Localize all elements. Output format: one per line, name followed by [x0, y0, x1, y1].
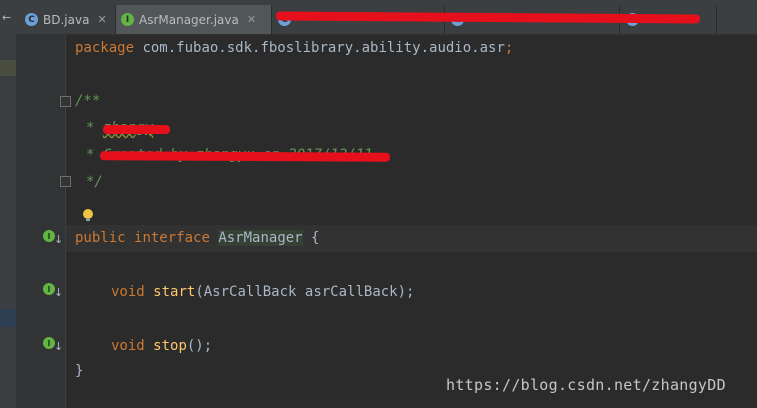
arrow-down-icon: ↓: [54, 233, 64, 246]
arrow-down-icon: ↓: [54, 286, 64, 299]
arrow-down-icon: ↓: [54, 340, 64, 353]
class-icon: C: [25, 13, 38, 26]
tool-window-marker: [0, 60, 16, 76]
implemented-marker-icon[interactable]: I ↓: [43, 230, 63, 248]
interface-name[interactable]: AsrManager: [218, 230, 303, 246]
code-line-start-method[interactable]: void start(AsrCallBack asrCallBack);: [111, 284, 414, 300]
lightbulb-icon[interactable]: [83, 209, 93, 222]
editor-gutter: I ↓ I ↓ I ↓: [17, 35, 71, 408]
tab-label: BD.java: [43, 12, 90, 27]
code-line-stop-method[interactable]: void stop();: [111, 338, 212, 354]
implemented-marker-icon[interactable]: I ↓: [43, 283, 63, 301]
created-redaction-mark: [99, 151, 391, 162]
interface-icon: I: [121, 13, 134, 26]
close-icon[interactable]: ✕: [97, 13, 106, 26]
method-stop[interactable]: stop: [153, 338, 187, 354]
code-line-interface[interactable]: public interface AsrManager {: [75, 230, 319, 246]
watermark-url: https://blog.csdn.net/zhangyDD: [446, 376, 726, 394]
doc-comment-close: */: [86, 174, 103, 190]
fold-collapse-icon[interactable]: [60, 96, 71, 107]
tab-bd-java[interactable]: C BD.java ✕: [16, 5, 116, 34]
close-icon[interactable]: ✕: [247, 13, 256, 26]
code-line-package[interactable]: package com.fubao.sdk.fboslibrary.abilit…: [75, 40, 513, 56]
fold-end-icon[interactable]: [60, 176, 71, 187]
author-redaction-mark: [103, 125, 170, 134]
tab-label: AsrManager.java: [139, 12, 239, 27]
tool-window-selection: [0, 309, 16, 327]
doc-comment-open: /**: [75, 93, 101, 109]
collapse-arrow-icon[interactable]: ←: [2, 11, 11, 24]
project-tool-strip[interactable]: ←: [0, 5, 17, 408]
method-start[interactable]: start: [153, 284, 195, 300]
gutter-separator: [65, 35, 66, 408]
tab-asrmanager-java[interactable]: I AsrManager.java ✕: [116, 5, 272, 34]
implemented-marker-icon[interactable]: I ↓: [43, 337, 63, 355]
code-line-close-brace: }: [75, 363, 84, 379]
